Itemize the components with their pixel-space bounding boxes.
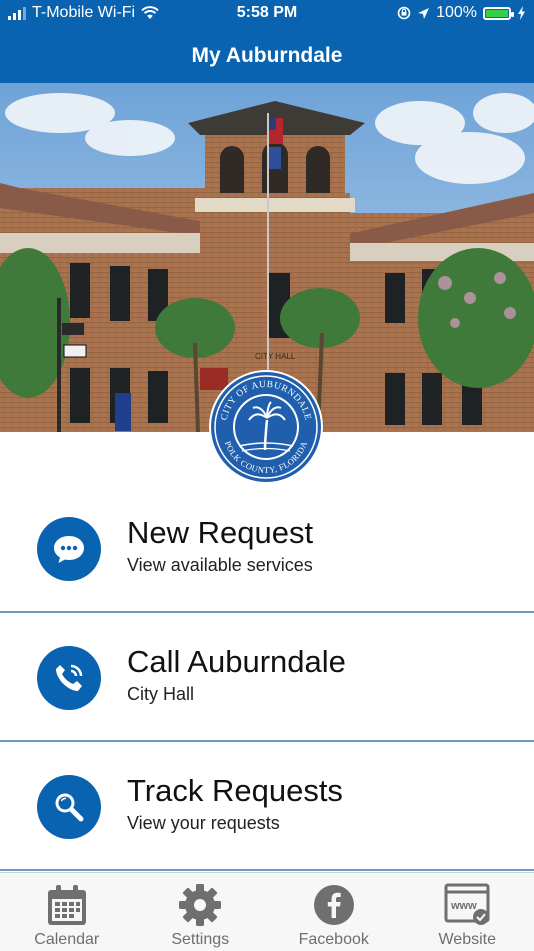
calendar-icon: [45, 883, 89, 927]
tab-website[interactable]: www Website: [401, 873, 534, 951]
city-hall-sign: CITY HALL: [255, 352, 296, 361]
menu-item-title: Track Requests: [127, 773, 343, 809]
menu-item-title: Call Auburndale: [127, 644, 346, 680]
tab-label: Facebook: [299, 931, 369, 949]
tab-calendar[interactable]: Calendar: [0, 873, 134, 951]
battery-fill: [486, 10, 508, 17]
tab-bar: Calendar Settings: [0, 872, 534, 951]
svg-text:www: www: [450, 900, 477, 912]
location-arrow-icon: [417, 7, 430, 20]
menu-item-subtitle: View your requests: [127, 813, 280, 834]
menu-item-subtitle: City Hall: [127, 684, 194, 705]
rotation-lock-icon: [397, 6, 411, 20]
magnifier-icon: [37, 775, 101, 839]
charging-bolt-icon: [517, 6, 526, 20]
menu-item-track-requests[interactable]: Track Requests View your requests: [0, 742, 534, 871]
status-bar: T-Mobile Wi-Fi 5:58 PM 100%: [0, 0, 534, 28]
menu-item-subtitle: View available services: [127, 555, 313, 576]
tab-label: Settings: [171, 931, 229, 949]
navigation-bar: My Auburndale: [0, 28, 534, 83]
battery-icon: [483, 7, 511, 20]
menu-list: New Request View available services Call…: [0, 484, 534, 871]
city-seal: CITY OF AUBURNDALE POLK COUNTY, FLORIDA: [209, 370, 323, 484]
menu-item-call-auburndale[interactable]: Call Auburndale City Hall: [0, 613, 534, 742]
battery-percent: 100%: [436, 4, 477, 22]
gear-icon: [178, 883, 222, 927]
tab-label: Calendar: [34, 931, 99, 949]
tab-facebook[interactable]: Facebook: [267, 873, 401, 951]
city-seal-emblem: CITY OF AUBURNDALE POLK COUNTY, FLORIDA: [209, 370, 323, 484]
tab-label: Website: [438, 931, 496, 949]
menu-item-title: New Request: [127, 515, 313, 551]
www-icon: www: [443, 883, 491, 927]
tab-settings[interactable]: Settings: [134, 873, 268, 951]
phone-icon: [37, 646, 101, 710]
page-title: My Auburndale: [192, 44, 343, 68]
status-right: 100%: [397, 4, 526, 22]
menu-item-new-request[interactable]: New Request View available services: [0, 484, 534, 613]
chat-bubble-icon: [37, 517, 101, 581]
facebook-icon: [312, 883, 356, 927]
